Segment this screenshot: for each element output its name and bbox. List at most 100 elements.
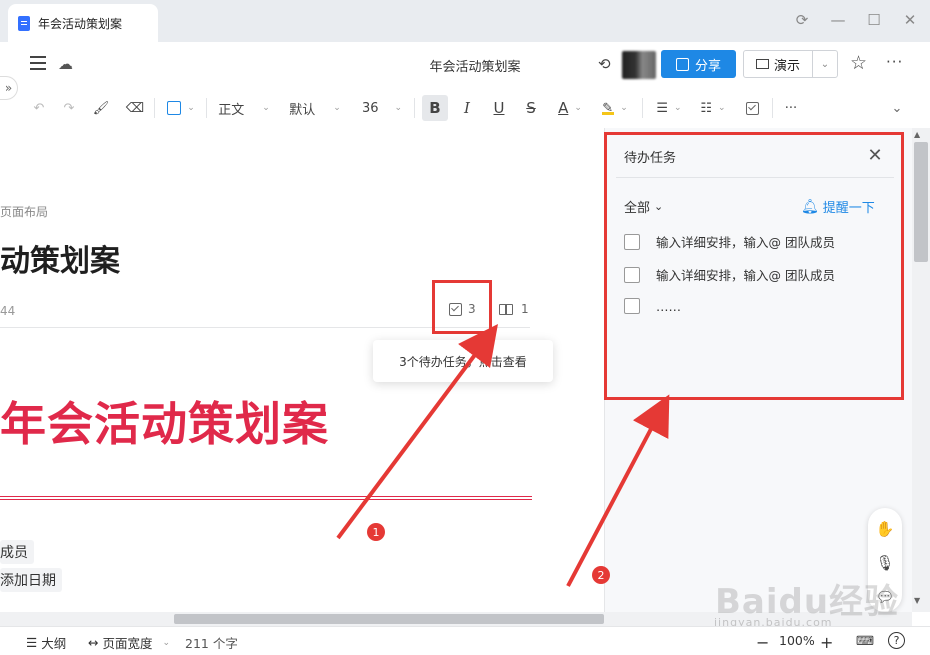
scroll-up-arrow[interactable]: ▲ <box>914 130 920 139</box>
comment-count-badge[interactable]: 1 <box>499 302 529 316</box>
todo-text[interactable]: 输入详细安排，输入@ 团队成员 <box>656 265 835 284</box>
document-icon <box>18 15 30 31</box>
panel-title: 待办任务 <box>624 151 677 166</box>
page-title[interactable]: 动策划案 <box>0 236 120 280</box>
bullet-list-icon: ☰ <box>656 100 669 116</box>
minimize-button[interactable]: — <box>828 10 848 30</box>
menu-icon[interactable] <box>30 56 46 70</box>
collapse-toolbar-icon[interactable]: ⌄ <box>886 95 908 121</box>
annotation-badge-1: 1 <box>367 523 385 541</box>
comment-count: 1 <box>521 302 529 316</box>
page-width-button[interactable]: ↔ 页面宽度 ⌄ <box>88 633 170 652</box>
date-placeholder[interactable]: 添加日期 <box>0 568 62 592</box>
todo-item[interactable]: 输入详细安排，输入@ 团队成员 <box>624 232 835 251</box>
member-mention[interactable]: 成员 <box>0 540 34 564</box>
present-icon <box>755 59 769 69</box>
page-width-label: 页面宽度 <box>102 636 153 651</box>
microphone-icon[interactable]: 🎙︎ <box>874 552 896 574</box>
underline-button[interactable]: U <box>488 95 510 121</box>
highlight-button[interactable]: ✎ ⌄ <box>596 95 634 121</box>
panel-divider <box>616 177 894 178</box>
bullet-list-button[interactable]: ☰ ⌄ <box>650 95 688 121</box>
horizontal-scroll-thumb[interactable] <box>174 614 604 624</box>
font-color-label: A <box>558 99 569 117</box>
toolbar-divider <box>206 98 207 118</box>
date-label: 添加日期 <box>0 573 56 589</box>
maximize-button[interactable]: ☐ <box>864 10 884 30</box>
document-heading[interactable]: 年会活动策划案 <box>0 388 329 454</box>
avatar[interactable] <box>622 51 656 79</box>
keyboard-icon[interactable]: ⌨ <box>856 633 874 648</box>
chevron-down-icon[interactable]: ⌄ <box>813 59 837 70</box>
tab-title: 年会活动策划案 <box>38 16 123 31</box>
zoom-out-button[interactable]: − <box>756 633 769 652</box>
remind-button[interactable]: 🔔︎ 提醒一下 <box>801 197 875 217</box>
italic-button[interactable]: I <box>456 95 478 121</box>
todo-text[interactable]: 输入详细安排，输入@ 团队成员 <box>656 232 835 251</box>
document-meta: 44 <box>0 304 16 318</box>
undo-icon[interactable]: ↶ <box>28 95 50 121</box>
font-family-select[interactable]: 默认 ⌄ <box>284 95 346 121</box>
remind-label: 提醒一下 <box>822 201 875 216</box>
refresh-icon[interactable]: ⟳ <box>792 10 812 30</box>
toolbar-divider <box>772 98 773 118</box>
todo-checkbox[interactable] <box>624 298 640 314</box>
bell-icon: 🔔︎ <box>801 198 819 215</box>
outline-button[interactable]: ☰ 大纲 <box>26 633 66 652</box>
zoom-level[interactable]: 100% <box>779 633 815 648</box>
page-width-icon: ↔ <box>88 635 99 650</box>
format-painter-icon[interactable]: 🖌 <box>90 95 112 121</box>
bold-button[interactable]: B <box>422 95 448 121</box>
todo-item[interactable]: …… <box>624 298 681 314</box>
scroll-down-arrow[interactable]: ▼ <box>914 596 920 605</box>
checkbox-icon <box>745 101 759 115</box>
cloud-sync-icon[interactable]: ☁ <box>58 55 73 73</box>
present-label: 演示 <box>773 58 800 74</box>
todo-checkbox[interactable] <box>624 266 640 283</box>
heading-double-rule <box>0 496 532 500</box>
toolbar-divider <box>154 98 155 118</box>
close-icon[interactable]: ✕ <box>864 144 886 166</box>
eraser-icon[interactable]: ⌫ <box>124 95 146 121</box>
zoom-in-button[interactable]: + <box>820 633 833 652</box>
help-icon[interactable]: ? <box>888 632 905 649</box>
toolbar-divider <box>414 98 415 118</box>
todo-text[interactable]: …… <box>656 299 681 314</box>
breadcrumb[interactable]: 页面布局 <box>0 203 48 220</box>
todo-checkbox[interactable] <box>624 233 640 250</box>
annotation-badge-2: 2 <box>592 566 610 584</box>
history-icon[interactable]: ⟲ <box>598 55 611 73</box>
insert-icon <box>167 101 182 115</box>
todo-item[interactable]: 输入详细安排，输入@ 团队成员 <box>624 265 835 284</box>
vertical-scroll-thumb[interactable] <box>914 142 928 262</box>
document-tab[interactable]: 年会活动策划案 <box>8 4 158 42</box>
star-icon[interactable]: ☆ <box>850 52 867 74</box>
more-formatting-button[interactable]: ··· <box>780 95 802 121</box>
more-options-icon[interactable]: ··· <box>886 53 903 71</box>
todo-tooltip: 3个待办任务，点击查看 <box>373 340 553 382</box>
present-button[interactable]: 演示 ⌄ <box>743 50 838 78</box>
word-count: 211 个字 <box>185 636 238 651</box>
assistant-icon[interactable]: ✋ <box>874 518 896 540</box>
share-button[interactable]: 分享 <box>661 50 736 78</box>
numbered-list-icon: ☷ <box>700 100 713 116</box>
strikethrough-button[interactable]: S <box>520 95 542 121</box>
task-list-button[interactable] <box>740 95 764 121</box>
book-icon <box>499 303 513 315</box>
paragraph-style-select[interactable]: 正文 ⌄ <box>214 95 274 121</box>
numbered-list-button[interactable]: ☷ ⌄ <box>694 95 732 121</box>
highlighter-icon: ✎ <box>602 101 615 116</box>
insert-button[interactable]: ⌄ <box>162 95 200 121</box>
todo-filter-dropdown[interactable]: 全部 ⌄ <box>624 197 663 216</box>
filter-value: 全部 <box>624 201 651 216</box>
share-icon <box>675 57 689 71</box>
font-color-button[interactable]: A ⌄ <box>552 95 588 121</box>
font-size-select[interactable]: 36 ⌄ <box>356 95 408 121</box>
outline-icon: ☰ <box>26 635 38 650</box>
share-label: 分享 <box>694 58 721 74</box>
redo-icon[interactable]: ↷ <box>58 95 80 121</box>
chevron-down-icon: ⌄ <box>654 200 664 213</box>
close-window-button[interactable]: ✕ <box>900 10 920 30</box>
style-value: 正文 <box>218 102 245 118</box>
outline-label: 大纲 <box>41 636 67 651</box>
